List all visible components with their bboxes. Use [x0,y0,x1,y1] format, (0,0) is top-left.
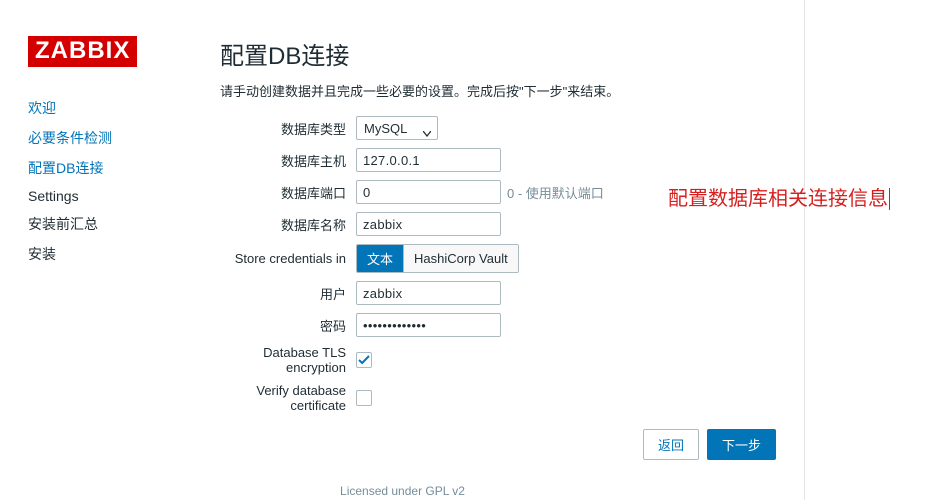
step-prereq[interactable]: 必要条件检测 [28,123,204,153]
footer-license: Licensed under GPL v2 [0,484,805,500]
verify-cert-checkbox[interactable] [356,390,372,406]
step-welcome[interactable]: 欢迎 [28,93,204,123]
db-type-select[interactable]: MySQL [356,116,438,140]
annotation-text: 配置数据库相关连接信息 [668,182,890,211]
tls-label: Database TLS encryption [220,345,356,375]
tls-checkbox[interactable] [356,352,372,368]
db-name-label: 数据库名称 [220,215,356,234]
step-db[interactable]: 配置DB连接 [28,153,204,183]
step-list: 欢迎 必要条件检测 配置DB连接 Settings 安装前汇总 安装 [28,93,204,269]
store-cred-group: 文本 HashiCorp Vault [356,244,519,273]
db-host-label: 数据库主机 [220,151,356,170]
user-input[interactable] [356,281,501,305]
db-port-hint: 0 - 使用默认端口 [507,183,604,202]
step-install[interactable]: 安装 [28,239,204,269]
password-input[interactable] [356,313,501,337]
page-subtitle: 请手动创建数据并且完成一些必要的设置。完成后按"下一步"来结束。 [220,81,776,100]
store-cred-text[interactable]: 文本 [357,245,403,272]
user-label: 用户 [220,284,356,303]
page-title: 配置DB连接 [220,36,776,71]
next-button[interactable]: 下一步 [707,429,776,460]
db-port-label: 数据库端口 [220,183,356,202]
db-host-input[interactable] [356,148,501,172]
store-cred-vault[interactable]: HashiCorp Vault [403,245,518,272]
check-icon [358,355,370,365]
db-type-label: 数据库类型 [220,119,356,138]
db-port-input[interactable] [356,180,501,204]
logo: ZABBIX [28,36,137,67]
step-settings[interactable]: Settings [28,183,204,209]
back-button[interactable]: 返回 [643,429,699,460]
step-summary[interactable]: 安装前汇总 [28,209,204,239]
db-name-input[interactable] [356,212,501,236]
store-cred-label: Store credentials in [220,251,356,266]
password-label: 密码 [220,316,356,335]
db-config-form: 数据库类型 MySQL 数据库主机 数据库端口 [220,116,776,421]
verify-cert-label: Verify database certificate [220,383,356,413]
